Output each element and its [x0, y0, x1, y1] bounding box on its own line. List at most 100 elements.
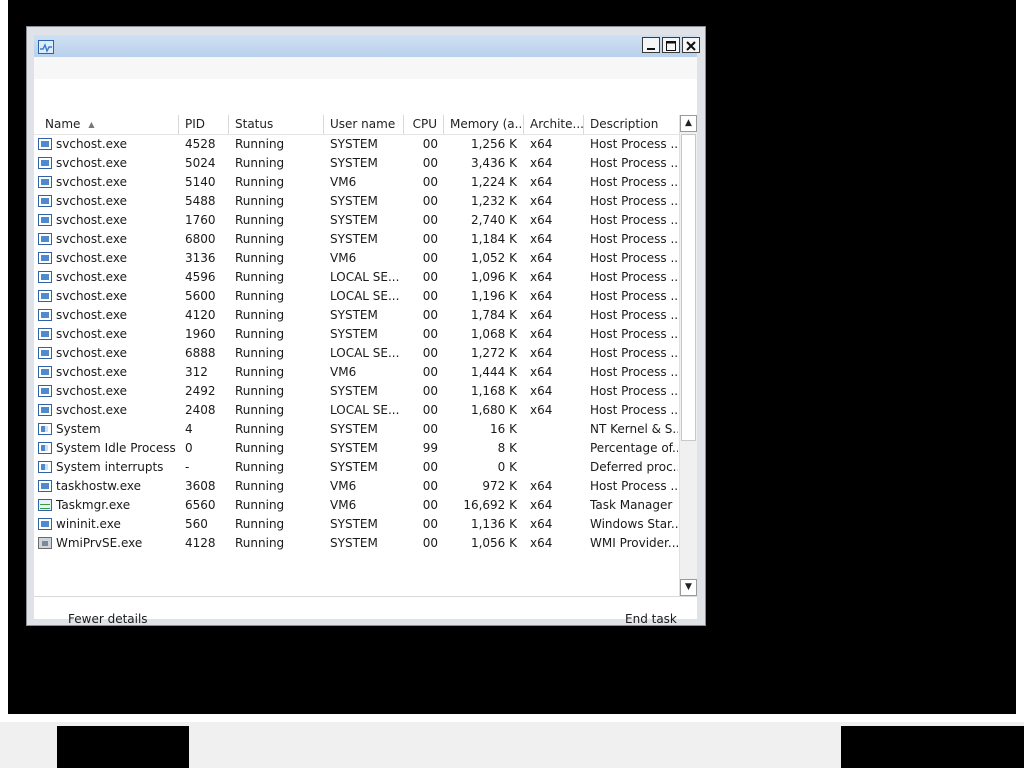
column-header-status[interactable]: Status — [229, 115, 324, 134]
maximize-button[interactable] — [662, 37, 680, 53]
table-row[interactable]: Taskmgr.exe 6560 Running VM6 00 16,692 K x64 Ta… — [34, 496, 679, 515]
cell-arch: x64 — [530, 498, 553, 512]
cell-desc: Host Process ... — [590, 156, 678, 170]
cell-arch: x64 — [530, 289, 553, 303]
table-row[interactable]: svchost.exe 2492 Running SYSTEM 00 1,168 K x64… — [34, 382, 679, 401]
table-row[interactable]: svchost.exe 4596 Running LOCAL SE... 00 1,096… — [34, 268, 679, 287]
cell-name: svchost.exe — [56, 175, 127, 189]
table-row[interactable]: svchost.exe 6800 Running SYSTEM 00 1,184 K x64… — [34, 230, 679, 249]
cell-arch: x64 — [530, 137, 553, 151]
cell-cpu: 00 — [422, 479, 438, 493]
column-header-label: Status — [235, 117, 274, 131]
cell-memory: 1,444 K — [470, 365, 517, 379]
minimize-button[interactable] — [642, 37, 660, 53]
cell-name: svchost.exe — [56, 403, 127, 417]
cell-cpu: 00 — [422, 365, 438, 379]
cell-user: SYSTEM — [330, 137, 378, 151]
cell-pid: 3136 — [185, 251, 216, 265]
vertical-scrollbar[interactable]: ▲ ▼ — [679, 115, 697, 596]
table-row[interactable]: svchost.exe 4120 Running SYSTEM 00 1,784 K x64… — [34, 306, 679, 325]
cell-cpu: 00 — [422, 175, 438, 189]
table-row[interactable]: svchost.exe 5600 Running LOCAL SE... 00 1,196… — [34, 287, 679, 306]
task-manager-window: Name ▲ PID Status User name CPU Memory (a… — [26, 26, 706, 626]
title-bar[interactable] — [34, 35, 700, 57]
cell-memory: 8 K — [497, 441, 517, 455]
process-icon — [38, 518, 52, 530]
column-header-user-name[interactable]: User name — [324, 115, 404, 134]
column-header-pid[interactable]: PID — [179, 115, 229, 134]
cell-cpu: 00 — [422, 308, 438, 322]
cell-pid: 3608 — [185, 479, 216, 493]
process-icon — [38, 252, 52, 264]
cell-status: Running — [235, 365, 285, 379]
fewer-details-button[interactable]: Fewer details — [68, 612, 148, 626]
table-row[interactable]: svchost.exe 1760 Running SYSTEM 00 2,740 K x64… — [34, 211, 679, 230]
table-row[interactable]: svchost.exe 312 Running VM6 00 1,444 K x64 Host… — [34, 363, 679, 382]
cell-pid: 560 — [185, 517, 208, 531]
cell-user: LOCAL SE... — [330, 270, 400, 284]
cell-status: Running — [235, 270, 285, 284]
table-row[interactable]: svchost.exe 2408 Running LOCAL SE... 00 1,680… — [34, 401, 679, 420]
table-row[interactable]: svchost.exe 3136 Running VM6 00 1,052 K x64 Hos… — [34, 249, 679, 268]
table-row[interactable]: svchost.exe 5488 Running SYSTEM 00 1,232 K x64… — [34, 192, 679, 211]
column-header-description[interactable]: Description — [584, 115, 679, 134]
cell-user: VM6 — [330, 498, 357, 512]
process-icon — [38, 404, 52, 416]
table-row[interactable]: System Idle Process 0 Running SYSTEM 99 8 K Pe… — [34, 439, 679, 458]
cell-desc: Host Process ... — [590, 270, 678, 284]
scrollbar-thumb[interactable] — [681, 134, 696, 441]
table-row[interactable]: svchost.exe 1960 Running SYSTEM 00 1,068 K x64… — [34, 325, 679, 344]
cell-name: System Idle Process — [56, 441, 176, 455]
cell-user: SYSTEM — [330, 308, 378, 322]
cell-desc: Host Process ... — [590, 213, 678, 227]
column-header-label: Name — [45, 117, 81, 131]
column-header-architecture[interactable]: Archite... — [524, 115, 584, 134]
cell-status: Running — [235, 536, 285, 550]
cell-name: svchost.exe — [56, 308, 127, 322]
wmi-provider-icon — [38, 537, 52, 549]
menu-bar — [34, 57, 697, 79]
cell-desc: Host Process ... — [590, 251, 678, 265]
close-button[interactable] — [682, 37, 700, 53]
process-rows: svchost.exe 4528 Running SYSTEM 00 1,256 K x64… — [34, 135, 679, 553]
cell-arch: x64 — [530, 270, 553, 284]
column-header-cpu[interactable]: CPU — [404, 115, 444, 134]
cell-user: SYSTEM — [330, 156, 378, 170]
table-row[interactable]: svchost.exe 5024 Running SYSTEM 00 3,436 K x64… — [34, 154, 679, 173]
cell-arch: x64 — [530, 251, 553, 265]
scroll-up-button[interactable]: ▲ — [680, 115, 697, 132]
end-task-button[interactable]: End task — [625, 612, 677, 626]
table-row[interactable]: svchost.exe 5140 Running VM6 00 1,224 K x64 Hos… — [34, 173, 679, 192]
table-row[interactable]: WmiPrvSE.exe 4128 Running SYSTEM 00 1,056 K x6… — [34, 534, 679, 553]
cell-name: svchost.exe — [56, 213, 127, 227]
cell-desc: Host Process ... — [590, 194, 678, 208]
column-header-label: Description — [590, 117, 659, 131]
cell-pid: 5488 — [185, 194, 216, 208]
scroll-down-arrow-icon: ▼ — [685, 582, 692, 592]
table-row[interactable]: svchost.exe 4528 Running SYSTEM 00 1,256 K x64… — [34, 135, 679, 154]
cell-user: SYSTEM — [330, 194, 378, 208]
table-row[interactable]: wininit.exe 560 Running SYSTEM 00 1,136 K x64 W… — [34, 515, 679, 534]
column-header-memory[interactable]: Memory (a... — [444, 115, 524, 134]
close-icon — [686, 41, 696, 51]
scroll-down-button[interactable]: ▼ — [680, 579, 697, 596]
column-header-label: CPU — [412, 117, 437, 131]
cell-status: Running — [235, 156, 285, 170]
cell-arch — [530, 439, 580, 458]
cell-cpu: 00 — [422, 403, 438, 417]
process-icon — [38, 366, 52, 378]
cell-desc: Task Manager — [590, 498, 673, 512]
cell-cpu: 00 — [422, 251, 438, 265]
cell-cpu: 99 — [422, 441, 438, 455]
cell-memory: 1,096 K — [470, 270, 517, 284]
table-row[interactable]: System 4 Running SYSTEM 00 16 K NT Kernel & S.… — [34, 420, 679, 439]
process-icon — [38, 176, 52, 188]
column-header-name[interactable]: Name ▲ — [34, 115, 179, 134]
table-row[interactable]: svchost.exe 6888 Running LOCAL SE... 00 1,272… — [34, 344, 679, 363]
table-row[interactable]: System interrupts - Running SYSTEM 00 0 K Defe… — [34, 458, 679, 477]
table-row[interactable]: taskhostw.exe 3608 Running VM6 00 972 K x64 Hos… — [34, 477, 679, 496]
cell-pid: 4528 — [185, 137, 216, 151]
cell-desc: Host Process ... — [590, 479, 678, 493]
cell-name: svchost.exe — [56, 327, 127, 341]
process-icon — [38, 214, 52, 226]
